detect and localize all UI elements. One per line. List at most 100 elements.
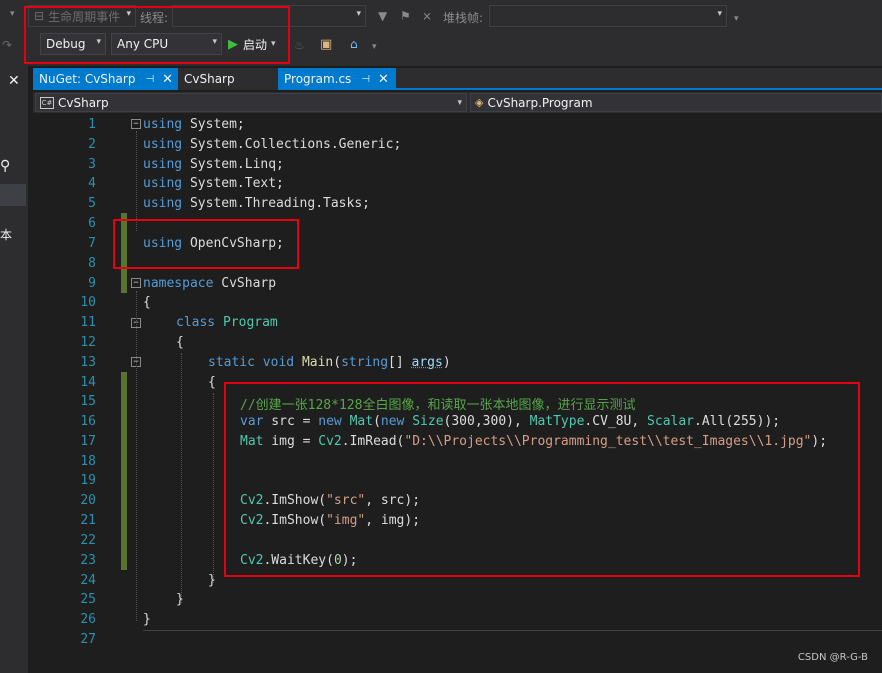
tab-label: Program.cs [284,72,352,86]
chevron-down-icon: ▾ [356,9,361,19]
code-text: )); [756,414,781,429]
overflow-icon[interactable]: ▾ [372,42,377,52]
line-number: 9 [88,276,96,291]
close-icon[interactable]: ✕ [378,72,389,87]
collapse-icon[interactable]: − [131,278,141,288]
code-editor[interactable]: 1 2 3 4 5 6 7 8 9 10 11 12 13 14 15 16 17 18 19 20 21 22 23 24 2… [33,113,882,673]
code-line-5: using System.Threading.Tasks; [143,196,370,211]
close-icon[interactable]: ✕ [8,73,20,89]
close-icon[interactable]: ✕ [162,72,173,87]
home-icon[interactable]: ⌂ [350,37,358,51]
number: 0 [333,553,342,568]
pin-icon[interactable]: ⊣ [145,74,154,85]
line-number: 7 [88,236,96,251]
configuration-combo[interactable]: Debug ▾ [40,33,106,55]
line-number: 2 [88,137,96,152]
project-combo[interactable]: C# CvSharp ▾ [35,93,467,112]
code-text: .ImRead( [341,434,405,449]
chevron-down-icon[interactable]: ▾ [271,39,276,49]
chevron-down-icon: ▾ [96,37,101,47]
open-folder-icon[interactable]: ▣ [320,37,332,52]
code-text: , img); [365,513,421,528]
change-marker [121,273,127,293]
keyword: var [240,414,264,429]
hot-reload-icon[interactable]: ♨ [294,38,305,52]
overflow-icon[interactable]: ▾ [734,14,739,24]
class-combo[interactable]: ◈ CvSharp.Program [470,93,882,112]
code-line-9: namespace CvSharp [143,276,276,291]
type-name: Cv2 [318,434,342,449]
type-name: Cv2 [240,553,264,568]
clear-flags-icon[interactable]: ⨯ [422,9,432,23]
flag-filter-icon[interactable]: ⚑ [400,9,411,23]
tab-cvsharp[interactable]: CvSharp [178,68,278,90]
line-number: 26 [80,612,96,627]
configuration-value: Debug [46,37,86,51]
line-number: 6 [88,216,96,231]
brace: } [143,612,151,627]
code-line-17: Mat img = Cv2.ImRead("D:\\Projects\\Prog… [240,434,827,449]
line-number: 22 [80,533,96,548]
keyword: class [176,315,216,330]
outline-guide [136,131,137,231]
change-marker [121,213,127,273]
line-number: 12 [80,335,96,350]
code-text: OpenCvSharp; [182,236,284,251]
lifecycle-events-combo[interactable]: ⊟ 生命周期事件 ▾ [28,5,136,27]
redo-icon[interactable]: ↷ [2,38,12,52]
left-panel-strip: ✕ ⚲ 本 [0,66,28,673]
type-name: Mat [349,414,374,429]
code-line-4: using System.Text; [143,176,284,191]
string-literal: "D:\\Projects\\Programming_test\\test_Im… [404,434,812,449]
type-name: Scalar [647,414,695,429]
code-text: ); [811,434,828,449]
filter-icon: ⊟ [34,9,45,23]
selected-item[interactable] [0,184,26,206]
platform-combo[interactable]: Any CPU ▾ [111,33,222,55]
brace: { [208,375,216,390]
code-line-15: //创建一张128*128全白图像，和读取一张本地图像，进行显示测试 [240,394,635,413]
navigation-bar: C# CvSharp ▾ ◈ CvSharp.Program [33,92,882,113]
pin-icon[interactable]: ⊣ [361,74,370,85]
class-path: CvSharp.Program [487,95,593,110]
keyword: using [143,236,183,251]
tab-program-cs[interactable]: Program.cs ⊣ ✕ [278,68,396,90]
keyword: using [143,137,183,152]
keyword: using [143,176,183,191]
indent-guide [181,353,182,603]
brace: { [143,295,151,310]
code-text: .All( [694,414,734,429]
code-text: .WaitKey( [263,553,334,568]
csharp-file-icon: C# [40,96,54,109]
code-text: System.Collections.Generic; [182,137,402,152]
type-name: Program [222,315,278,330]
stack-frame-label: 堆栈帧: [443,11,484,25]
code-line-2: using System.Collections.Generic; [143,137,401,152]
type-name: Cv2 [240,513,264,528]
dropdown-arrow-icon[interactable]: ▾ [10,9,15,19]
panel-text: 本 [0,228,13,242]
code-line-11: class Program [176,315,278,330]
start-button[interactable]: ▶ 启动 ▾ [228,34,276,54]
change-marker [121,372,127,570]
code-text: ) [442,355,451,370]
code-line-7: using OpenCvSharp; [143,236,284,251]
search-icon[interactable]: ⚲ [0,158,10,174]
brace: } [208,573,216,588]
code-text: System.Linq; [182,157,284,172]
play-icon: ▶ [228,36,238,52]
indent-guide [213,393,214,583]
code-text: .ImShow( [263,513,327,528]
tab-nuget-cvsharp[interactable]: NuGet: CvSharp ⊣ ✕ [33,68,178,90]
stack-frame-combo[interactable]: ▾ [489,5,727,27]
thread-combo[interactable]: ▾ [172,5,366,27]
collapse-icon[interactable]: − [131,119,141,129]
code-text: .ImShow( [263,493,327,508]
string-literal: "img" [326,513,366,528]
horizontal-scrollbar[interactable] [143,630,882,648]
brace: { [176,335,184,350]
filter-icon[interactable]: ▼ [378,9,387,23]
code-text: src = [263,414,319,429]
chevron-down-icon: ▾ [457,97,462,108]
number: 255 [733,414,757,429]
